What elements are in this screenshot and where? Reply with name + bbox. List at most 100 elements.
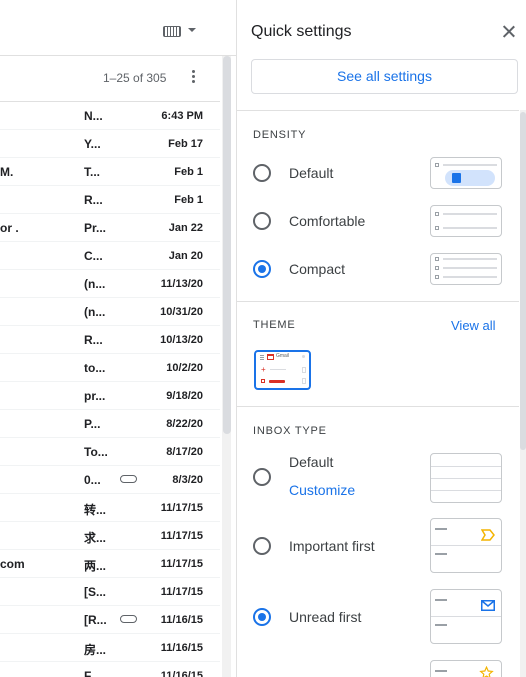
mail-date: 11/16/15 xyxy=(160,642,203,654)
mail-row[interactable]: pr... 9/18/20 xyxy=(0,382,220,410)
mail-rows: N... 6:43 PM Y... Feb 17 M. T... Feb 1 R... Feb … xyxy=(0,102,220,677)
compose-plus-icon: + xyxy=(261,365,266,374)
mail-subject: To... xyxy=(84,445,108,459)
mail-date: 11/17/15 xyxy=(160,558,203,570)
preview-box xyxy=(302,378,306,384)
pagination-range[interactable]: 1–25 of 305 xyxy=(103,71,166,85)
theme-default-thumbnail[interactable]: Gmail + xyxy=(254,350,311,390)
mail-date: 11/17/15 xyxy=(160,502,203,514)
hamburger-icon xyxy=(260,357,264,358)
mail-row[interactable]: [R... 11/16/15 xyxy=(0,606,220,634)
mail-row[interactable]: 0... 8/3/20 xyxy=(0,466,220,494)
density-option-compact[interactable]: Compact xyxy=(253,258,433,282)
mail-row[interactable]: P... 8/22/20 xyxy=(0,410,220,438)
more-vert-icon[interactable] xyxy=(190,70,196,86)
mail-row[interactable]: N... 6:43 PM xyxy=(0,102,220,130)
mail-subject: 转... xyxy=(84,503,107,517)
density-option-comfortable[interactable]: Comfortable xyxy=(253,210,433,234)
preview-line xyxy=(435,670,447,672)
density-comfortable-preview[interactable] xyxy=(430,205,502,237)
preview-checkbox xyxy=(435,226,439,230)
mail-date: 11/13/20 xyxy=(160,278,203,290)
density-compact-preview[interactable] xyxy=(430,253,502,285)
mail-row[interactable]: R... Feb 1 xyxy=(0,186,220,214)
settings-scrollbar-thumb[interactable] xyxy=(520,112,526,450)
mail-date: 10/31/20 xyxy=(160,306,203,318)
preview-checkbox xyxy=(435,257,439,261)
density-option-default[interactable]: Default xyxy=(253,162,433,186)
list-toolbar: 1–25 of 305 xyxy=(0,56,220,102)
density-default-preview[interactable] xyxy=(430,157,502,189)
see-all-settings-button[interactable]: See all settings xyxy=(251,59,518,94)
chevron-down-icon[interactable] xyxy=(188,28,196,32)
inbox-default-label[interactable]: Default xyxy=(289,454,333,470)
mail-row[interactable]: [S... 11/17/15 xyxy=(0,578,220,606)
mail-date: 8/3/20 xyxy=(172,474,203,486)
mail-date: 11/16/15 xyxy=(160,670,203,677)
mail-scrollbar-thumb[interactable] xyxy=(223,56,231,434)
density-default-label[interactable]: Default xyxy=(289,165,333,181)
mail-row[interactable]: com 两... 11/17/15 xyxy=(0,550,220,578)
close-icon[interactable] xyxy=(501,24,517,40)
mail-row[interactable]: (n... 11/13/20 xyxy=(0,270,220,298)
density-compact-radio[interactable] xyxy=(253,260,271,278)
mail-row[interactable]: (n... 10/31/20 xyxy=(0,298,220,326)
preview-line xyxy=(443,258,497,260)
mail-row[interactable]: F... 11/16/15 xyxy=(0,662,220,677)
mail-row[interactable]: to... 10/2/20 xyxy=(0,354,220,382)
view-all-themes-link[interactable]: View all xyxy=(451,318,496,333)
inbox-default-preview[interactable] xyxy=(430,453,502,503)
density-comfortable-radio[interactable] xyxy=(253,212,271,230)
mail-subject: (n... xyxy=(84,305,106,319)
inbox-option-important-first[interactable]: Important first xyxy=(253,535,433,559)
mail-date: 10/13/20 xyxy=(160,334,203,346)
mail-subject: C... xyxy=(84,249,103,263)
mail-subject: 房... xyxy=(84,643,107,657)
mail-date: Jan 22 xyxy=(168,222,203,234)
mail-row[interactable]: C... Jan 20 xyxy=(0,242,220,270)
mail-subject: to... xyxy=(84,361,106,375)
inbox-important-first-label[interactable]: Important first xyxy=(289,538,375,554)
mail-subject: 两... xyxy=(84,559,107,573)
top-bar xyxy=(0,0,236,56)
mail-subject: R... xyxy=(84,193,103,207)
mail-row[interactable]: To... 8/17/20 xyxy=(0,438,220,466)
preview-line xyxy=(431,616,501,617)
preview-dot xyxy=(302,355,305,358)
mail-row[interactable]: 房... 11/16/15 xyxy=(0,634,220,662)
inbox-option-unread-first[interactable]: Unread first xyxy=(253,606,433,630)
mail-row[interactable]: R... 10/13/20 xyxy=(0,326,220,354)
mail-row[interactable]: 转... 11/17/15 xyxy=(0,494,220,522)
inbox-important-first-preview[interactable] xyxy=(430,518,502,573)
density-comfortable-label[interactable]: Comfortable xyxy=(289,213,365,229)
mail-sender: M. xyxy=(0,165,14,179)
mail-row[interactable]: M. T... Feb 1 xyxy=(0,158,220,186)
inbox-unread-first-radio[interactable] xyxy=(253,608,271,626)
inbox-default-radio[interactable] xyxy=(253,468,271,486)
attachment-icon xyxy=(120,475,137,483)
density-default-radio[interactable] xyxy=(253,164,271,182)
customize-link[interactable]: Customize xyxy=(289,482,355,498)
preview-line xyxy=(435,599,447,601)
density-compact-label[interactable]: Compact xyxy=(289,261,345,277)
divider xyxy=(237,301,519,302)
mail-subject: Pr... xyxy=(84,221,107,235)
mail-row[interactable]: Y... Feb 17 xyxy=(0,130,220,158)
inbox-starred-first-preview[interactable] xyxy=(430,660,502,677)
inbox-unread-first-label[interactable]: Unread first xyxy=(289,609,361,625)
inbox-important-first-radio[interactable] xyxy=(253,537,271,555)
preview-line xyxy=(431,545,501,546)
theme-heading: THEME xyxy=(253,319,296,331)
mail-subject: P... xyxy=(84,417,101,431)
inbox-unread-first-preview[interactable] xyxy=(430,589,502,644)
mail-row[interactable]: or . Pr... Jan 22 xyxy=(0,214,220,242)
keyboard-icon[interactable] xyxy=(163,26,181,37)
mail-date: 11/16/15 xyxy=(160,614,203,626)
preview-box xyxy=(302,367,306,373)
mail-date: 10/2/20 xyxy=(166,362,203,374)
mail-row[interactable]: 求... 11/17/15 xyxy=(0,522,220,550)
mail-list-panel: 1–25 of 305 N... 6:43 PM Y... Feb 17 M. T... F… xyxy=(0,0,236,677)
theme-preview-brand: Gmail xyxy=(276,353,290,359)
mail-date: 8/22/20 xyxy=(166,418,203,430)
preview-line xyxy=(443,227,497,229)
